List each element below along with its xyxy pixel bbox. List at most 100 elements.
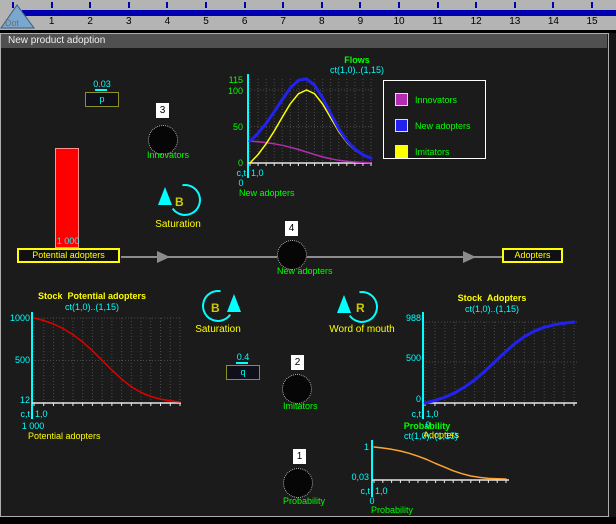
probability-footer-ct: c,t <box>346 486 370 496</box>
loop-letter: B <box>211 301 220 315</box>
stock-adopters-footer-start: 1,0 <box>426 409 439 419</box>
node-innovators-label: Innovators <box>147 150 189 160</box>
legend-swatch-innovators <box>395 93 408 106</box>
ruler-tick <box>398 2 400 8</box>
series-probability <box>374 447 506 479</box>
legend-label: Imitators <box>415 147 450 157</box>
stock-adopters-footer-name: Adopters <box>423 430 459 440</box>
flow-arrow-icon <box>463 251 476 263</box>
ruler-number: 14 <box>544 16 562 27</box>
node-imitators-badge: 2 <box>291 355 304 370</box>
legend-row: Imitators <box>384 145 485 159</box>
param-p-value: 0.03 <box>85 79 119 89</box>
probability-footer-start: 1,0 <box>375 486 388 496</box>
ruler-number: 11 <box>429 16 447 27</box>
ruler-number: 10 <box>390 16 408 27</box>
ruler-tick <box>437 2 439 8</box>
legend-label: Innovators <box>415 95 457 105</box>
legend-label: New adopters <box>415 121 471 131</box>
legend-row: New adopters <box>384 119 485 133</box>
loop-letter: R <box>356 301 365 315</box>
ruler-number: 1 <box>43 16 61 27</box>
flows-legend: Innovators New adopters Imitators <box>383 80 486 159</box>
ruler-number: 3 <box>120 16 138 27</box>
legend-row: Innovators <box>384 93 485 107</box>
loop-arrow-icon <box>158 187 172 205</box>
loop-letter: B <box>175 195 184 209</box>
ruler-tick <box>51 2 53 8</box>
param-q-value: 0.4 <box>226 352 260 362</box>
ruler-tick <box>166 2 168 8</box>
ruler-number: 4 <box>158 16 176 27</box>
ruler-number: 15 <box>583 16 601 27</box>
potential-adopters-level-value: 1 000 <box>53 236 83 246</box>
loop-saturation-top-label: Saturation <box>143 219 213 230</box>
series-imitators <box>250 90 371 163</box>
node-innovators-badge: 3 <box>156 103 169 118</box>
ruler-tick <box>475 2 477 8</box>
stock-potential-footer-ct: c,t <box>6 409 30 419</box>
flow-line <box>121 256 503 258</box>
stock-potential-footer-name: Potential adopters <box>28 431 101 441</box>
ruler-number: 12 <box>467 16 485 27</box>
ruler-tick <box>552 2 554 8</box>
flows-chart-title: Flows <box>327 55 387 65</box>
time-slider-handle[interactable]: Dot <box>0 0 36 30</box>
param-q-box[interactable]: q <box>226 365 260 380</box>
ruler-tick <box>359 2 361 8</box>
ruler-tick <box>89 2 91 8</box>
param-q[interactable]: 0.4 q <box>226 352 260 380</box>
node-probability[interactable] <box>283 468 313 498</box>
node-probability-badge: 1 <box>293 449 306 464</box>
node-imitators[interactable] <box>282 374 312 404</box>
loop-arrow-icon <box>337 295 351 313</box>
ruler-tick <box>128 2 130 8</box>
probability-footer-name: Probability <box>371 505 413 515</box>
window-title: New product adoption <box>1 34 607 48</box>
loop-word-of-mouth-label: Word of mouth <box>313 324 411 335</box>
ruler-number: 13 <box>506 16 524 27</box>
slider-dot-label: Dot <box>5 18 20 28</box>
param-p[interactable]: 0.03 p <box>85 79 119 107</box>
ruler-tick <box>282 2 284 8</box>
ruler-number: 6 <box>236 16 254 27</box>
node-probability-label: Probability <box>283 496 325 506</box>
ruler-tick <box>205 2 207 8</box>
stock-potential-title: Stock Potential adopters <box>22 291 162 301</box>
stock-adopters-title: Stock Adopters <box>442 293 542 303</box>
node-new-adopters-badge: 4 <box>285 221 298 236</box>
node-new-adopters-label: New adopters <box>277 266 333 276</box>
ruler-tick <box>591 2 593 8</box>
ruler-tick <box>321 2 323 8</box>
flows-footer-ct: c,t <box>222 168 246 178</box>
param-q-slider-dash[interactable] <box>236 362 248 364</box>
app-window: 123456789101112131415 Dot New product ad… <box>0 0 616 524</box>
ruler-number: 5 <box>197 16 215 27</box>
param-p-box[interactable]: p <box>85 92 119 107</box>
node-imitators-label: Imitators <box>283 401 318 411</box>
flows-footer-origin: 0 <box>236 178 246 188</box>
flows-footer-name: New adopters <box>239 188 295 198</box>
canvas-right-strip <box>609 33 616 517</box>
ruler-tick <box>244 2 246 8</box>
legend-swatch-new-adopters <box>395 119 408 132</box>
stock-adopters-footer-ct: c,t <box>397 409 421 419</box>
stock-adopters-plot <box>415 308 585 423</box>
series-new-adopters <box>250 79 371 158</box>
flows-chart-plot <box>240 70 385 182</box>
loop-arrow-icon <box>227 294 241 312</box>
stock-box-potential-adopters[interactable]: Potential adopters <box>17 248 120 263</box>
series-innovators <box>250 141 371 163</box>
flows-footer-start: 1,0 <box>251 168 264 178</box>
ruler-tick <box>514 2 516 8</box>
stock-potential-footer-origin: 1 000 <box>14 421 52 431</box>
stock-box-adopters[interactable]: Adopters <box>502 248 563 263</box>
legend-swatch-imitators <box>395 145 408 158</box>
stock-adopters-footer-origin: 0 <box>423 420 433 430</box>
time-ruler[interactable]: 123456789101112131415 Dot <box>0 0 616 30</box>
loop-saturation-top: B <box>152 178 204 224</box>
loop-saturation-bottom-label: Saturation <box>183 324 253 335</box>
ruler-number: 7 <box>274 16 292 27</box>
param-p-slider-dash[interactable] <box>95 89 107 91</box>
flow-arrow-icon <box>157 251 170 263</box>
